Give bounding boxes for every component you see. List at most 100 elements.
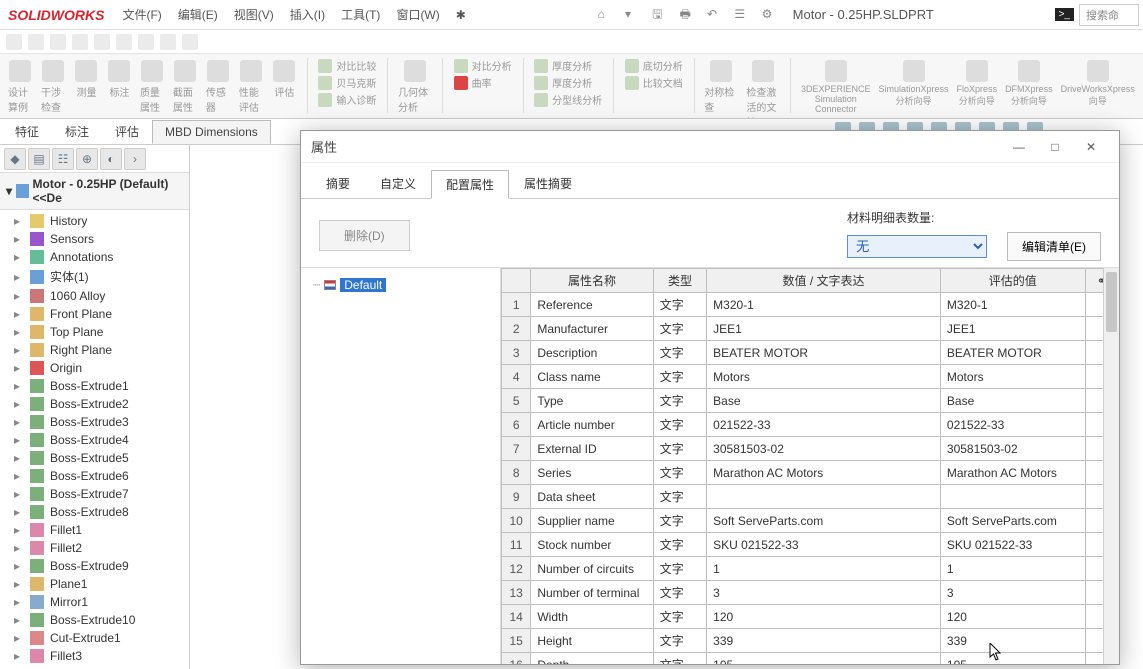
table-row[interactable]: 8Series文字Marathon AC MotorsMarathon AC M… bbox=[502, 461, 1119, 485]
expand-icon[interactable]: ▸ bbox=[14, 270, 24, 284]
cell-value[interactable]: Marathon AC Motors bbox=[707, 461, 941, 485]
row-number[interactable]: 11 bbox=[502, 533, 531, 557]
row-number[interactable]: 1 bbox=[502, 293, 531, 317]
cell-value[interactable]: BEATER MOTOR bbox=[707, 341, 941, 365]
expand-icon[interactable]: ▸ bbox=[14, 250, 24, 264]
more-tab-icon[interactable]: › bbox=[124, 148, 146, 170]
cell-type[interactable]: 文字 bbox=[653, 413, 706, 437]
cell-type[interactable]: 文字 bbox=[653, 341, 706, 365]
tab-summary[interactable]: 摘要 bbox=[311, 169, 365, 198]
qat-icon[interactable] bbox=[94, 34, 110, 50]
cell-type[interactable]: 文字 bbox=[653, 557, 706, 581]
tab-mbd[interactable]: MBD Dimensions bbox=[152, 120, 271, 144]
expand-icon[interactable]: ▸ bbox=[14, 631, 24, 645]
options-icon[interactable]: ☰ bbox=[734, 7, 752, 25]
ribbon-sensor[interactable]: 传感器 bbox=[204, 58, 233, 116]
ribbon-symmetry[interactable]: 对称检查 bbox=[702, 58, 740, 116]
qat-icon[interactable] bbox=[28, 34, 44, 50]
table-row[interactable]: 2Manufacturer文字JEE1JEE1 bbox=[502, 317, 1119, 341]
tree-item[interactable]: ▸Boss-Extrude7 bbox=[4, 485, 189, 503]
tree-item[interactable]: ▸Plane1 bbox=[4, 575, 189, 593]
ribbon-geometry[interactable]: 几何体分析 bbox=[396, 58, 434, 116]
menu-edit[interactable]: 编辑(E) bbox=[170, 6, 226, 23]
cell-value[interactable]: 3 bbox=[707, 581, 941, 605]
qat-icon[interactable] bbox=[6, 34, 22, 50]
expand-icon[interactable]: ▸ bbox=[14, 613, 24, 627]
tab-custom[interactable]: 自定义 bbox=[365, 169, 431, 198]
cell-eval[interactable]: 339 bbox=[940, 629, 1085, 653]
ribbon-cmd[interactable]: 分型线分析 bbox=[534, 92, 602, 107]
home-icon[interactable]: ⌂ bbox=[598, 7, 616, 25]
ribbon-cmd[interactable]: 比较文档 bbox=[625, 75, 683, 90]
expand-icon[interactable]: ▸ bbox=[14, 451, 24, 465]
cell-eval[interactable]: JEE1 bbox=[940, 317, 1085, 341]
cell-name[interactable]: Class name bbox=[531, 365, 653, 389]
qat-icon[interactable] bbox=[50, 34, 66, 50]
cell-eval[interactable] bbox=[940, 485, 1085, 509]
dimxpert-tab-icon[interactable]: ⊕ bbox=[76, 148, 98, 170]
expand-icon[interactable]: ▸ bbox=[14, 361, 24, 375]
menu-more-icon[interactable]: ✱ bbox=[448, 8, 474, 22]
ribbon-floxpress[interactable]: FloXpress 分析向导 bbox=[955, 58, 1000, 109]
cell-value[interactable]: 021522-33 bbox=[707, 413, 941, 437]
tree-item[interactable]: ▸Mirror1 bbox=[4, 593, 189, 611]
ribbon-measure[interactable]: 测量 bbox=[72, 58, 101, 101]
feature-tree-tab-icon[interactable]: ◆ bbox=[4, 148, 26, 170]
cell-name[interactable]: Depth bbox=[531, 653, 653, 665]
ribbon-design-study[interactable]: 设计算例 bbox=[6, 58, 35, 116]
cell-value[interactable]: M320-1 bbox=[707, 293, 941, 317]
tab-evaluate[interactable]: 评估 bbox=[102, 118, 152, 145]
cell-type[interactable]: 文字 bbox=[653, 509, 706, 533]
cell-type[interactable]: 文字 bbox=[653, 485, 706, 509]
table-row[interactable]: 14Width文字120120 bbox=[502, 605, 1119, 629]
cell-value[interactable]: JEE1 bbox=[707, 317, 941, 341]
tree-item[interactable]: ▸Cut-Extrude1 bbox=[4, 629, 189, 647]
table-row[interactable]: 4Class name文字MotorsMotors bbox=[502, 365, 1119, 389]
property-manager-tab-icon[interactable]: ▤ bbox=[28, 148, 50, 170]
expand-icon[interactable]: ▸ bbox=[14, 523, 24, 537]
cell-type[interactable]: 文字 bbox=[653, 653, 706, 665]
menu-file[interactable]: 文件(F) bbox=[114, 6, 169, 23]
cell-eval[interactable]: 120 bbox=[940, 605, 1085, 629]
cell-type[interactable]: 文字 bbox=[653, 437, 706, 461]
cell-value[interactable] bbox=[707, 485, 941, 509]
tree-item[interactable]: ▸Boss-Extrude8 bbox=[4, 503, 189, 521]
ribbon-cmd[interactable]: 输入诊断 bbox=[318, 92, 376, 107]
header-name[interactable]: 属性名称 bbox=[531, 269, 653, 293]
menu-window[interactable]: 窗口(W) bbox=[388, 6, 447, 23]
corner-cell[interactable] bbox=[502, 269, 531, 293]
delete-button[interactable]: 删除(D) bbox=[319, 220, 410, 251]
cell-name[interactable]: Data sheet bbox=[531, 485, 653, 509]
expand-icon[interactable]: ▸ bbox=[14, 232, 24, 246]
cell-eval[interactable]: M320-1 bbox=[940, 293, 1085, 317]
expand-icon[interactable]: ▸ bbox=[14, 415, 24, 429]
cell-name[interactable]: Description bbox=[531, 341, 653, 365]
expand-icon[interactable]: ▸ bbox=[14, 325, 24, 339]
expand-icon[interactable]: ▸ bbox=[14, 397, 24, 411]
tree-item[interactable]: ▸Boss-Extrude10 bbox=[4, 611, 189, 629]
cell-eval[interactable]: Marathon AC Motors bbox=[940, 461, 1085, 485]
ribbon-cmd[interactable]: 曲率 bbox=[454, 75, 512, 90]
ribbon-section-props[interactable]: 截面属性 bbox=[171, 58, 200, 116]
header-value[interactable]: 数值 / 文字表达 bbox=[707, 269, 941, 293]
table-row[interactable]: 11Stock number文字SKU 021522-33SKU 021522-… bbox=[502, 533, 1119, 557]
cell-type[interactable]: 文字 bbox=[653, 365, 706, 389]
ribbon-cmd[interactable]: 厚度分析 bbox=[534, 75, 602, 90]
tree-item[interactable]: ▸Annotations bbox=[4, 248, 189, 266]
cell-value[interactable]: 120 bbox=[707, 605, 941, 629]
tab-annotations[interactable]: 标注 bbox=[52, 118, 102, 145]
print-icon[interactable]: 🖶 bbox=[680, 5, 698, 23]
ribbon-cmd[interactable]: 对比比较 bbox=[318, 58, 376, 73]
row-number[interactable]: 10 bbox=[502, 509, 531, 533]
cell-name[interactable]: Series bbox=[531, 461, 653, 485]
tree-item[interactable]: ▸Boss-Extrude9 bbox=[4, 557, 189, 575]
undo-icon[interactable]: ↶ bbox=[707, 7, 725, 25]
cell-value[interactable]: SKU 021522-33 bbox=[707, 533, 941, 557]
table-row[interactable]: 3Description文字BEATER MOTORBEATER MOTOR bbox=[502, 341, 1119, 365]
cell-eval[interactable]: SKU 021522-33 bbox=[940, 533, 1085, 557]
menu-insert[interactable]: 插入(I) bbox=[282, 6, 333, 23]
row-number[interactable]: 9 bbox=[502, 485, 531, 509]
table-row[interactable]: 7External ID文字30581503-0230581503-02 bbox=[502, 437, 1119, 461]
tree-root[interactable]: ▾ Motor - 0.25HP (Default) <<De bbox=[0, 173, 189, 210]
ribbon-dfmxpress[interactable]: DFMXpress 分析向导 bbox=[1003, 58, 1055, 109]
